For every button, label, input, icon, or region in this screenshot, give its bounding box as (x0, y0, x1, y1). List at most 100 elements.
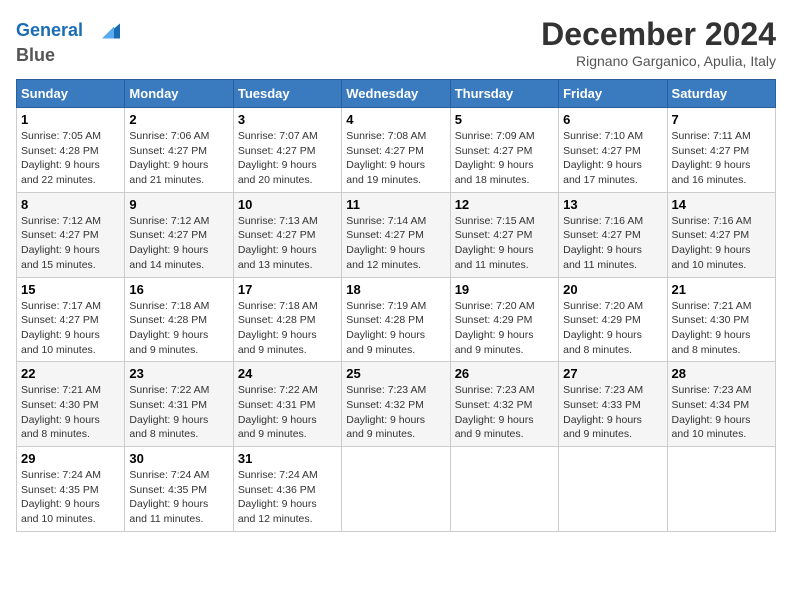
day-info: Sunrise: 7:12 AM Sunset: 4:27 PM Dayligh… (129, 214, 228, 273)
day-info: Sunrise: 7:17 AM Sunset: 4:27 PM Dayligh… (21, 299, 120, 358)
col-header-tuesday: Tuesday (233, 80, 341, 108)
day-number: 23 (129, 366, 228, 381)
calendar-cell: 20 Sunrise: 7:20 AM Sunset: 4:29 PM Dayli… (559, 277, 667, 362)
title-area: December 2024 Rignano Garganico, Apulia,… (541, 16, 776, 69)
col-header-sunday: Sunday (17, 80, 125, 108)
day-info: Sunrise: 7:22 AM Sunset: 4:31 PM Dayligh… (238, 383, 337, 442)
calendar-cell: 14Sunrise: 7:16 AM Sunset: 4:27 PM Dayli… (667, 192, 775, 277)
calendar-cell: 29 Sunrise: 7:24 AM Sunset: 4:35 PM Dayli… (17, 447, 125, 532)
calendar-cell: 5 Sunrise: 7:09 AM Sunset: 4:27 PM Daylig… (450, 108, 558, 193)
calendar-cell: 30Sunrise: 7:24 AM Sunset: 4:35 PM Dayli… (125, 447, 233, 532)
day-info: Sunrise: 7:24 AM Sunset: 4:35 PM Dayligh… (21, 468, 120, 527)
calendar-cell (559, 447, 667, 532)
day-info: Sunrise: 7:19 AM Sunset: 4:28 PM Dayligh… (346, 299, 445, 358)
calendar-cell: 1Sunrise: 7:05 AM Sunset: 4:28 PM Daylig… (17, 108, 125, 193)
calendar-cell: 22Sunrise: 7:21 AM Sunset: 4:30 PM Dayli… (17, 362, 125, 447)
calendar-cell: 16 Sunrise: 7:18 AM Sunset: 4:28 PM Dayli… (125, 277, 233, 362)
day-number: 25 (346, 366, 445, 381)
day-info: Sunrise: 7:10 AM Sunset: 4:27 PM Dayligh… (563, 129, 662, 188)
calendar-cell: 24Sunrise: 7:22 AM Sunset: 4:31 PM Dayli… (233, 362, 341, 447)
day-number: 4 (346, 112, 445, 127)
week-row-2: 8 Sunrise: 7:12 AM Sunset: 4:27 PM Daylig… (17, 192, 776, 277)
day-number: 17 (238, 282, 337, 297)
calendar-cell: 31 Sunrise: 7:24 AM Sunset: 4:36 PM Dayli… (233, 447, 341, 532)
week-row-1: 1Sunrise: 7:05 AM Sunset: 4:28 PM Daylig… (17, 108, 776, 193)
calendar-cell: 3 Sunrise: 7:07 AM Sunset: 4:27 PM Daylig… (233, 108, 341, 193)
calendar-cell: 8 Sunrise: 7:12 AM Sunset: 4:27 PM Daylig… (17, 192, 125, 277)
day-info: Sunrise: 7:21 AM Sunset: 4:30 PM Dayligh… (672, 299, 771, 358)
header: General Blue December 2024 Rignano Garga… (16, 16, 776, 69)
day-number: 20 (563, 282, 662, 297)
day-number: 15 (21, 282, 120, 297)
day-number: 22 (21, 366, 120, 381)
day-info: Sunrise: 7:15 AM Sunset: 4:27 PM Dayligh… (455, 214, 554, 273)
calendar-cell: 7Sunrise: 7:11 AM Sunset: 4:27 PM Daylig… (667, 108, 775, 193)
logo-text: General Blue (16, 16, 122, 66)
day-info: Sunrise: 7:24 AM Sunset: 4:36 PM Dayligh… (238, 468, 337, 527)
calendar-cell: 2 Sunrise: 7:06 AM Sunset: 4:27 PM Daylig… (125, 108, 233, 193)
calendar-cell: 9 Sunrise: 7:12 AM Sunset: 4:27 PM Daylig… (125, 192, 233, 277)
calendar-cell (450, 447, 558, 532)
day-number: 18 (346, 282, 445, 297)
col-header-wednesday: Wednesday (342, 80, 450, 108)
day-info: Sunrise: 7:22 AM Sunset: 4:31 PM Dayligh… (129, 383, 228, 442)
week-row-5: 29 Sunrise: 7:24 AM Sunset: 4:35 PM Dayli… (17, 447, 776, 532)
day-number: 16 (129, 282, 228, 297)
day-info: Sunrise: 7:05 AM Sunset: 4:28 PM Dayligh… (21, 129, 120, 188)
day-info: Sunrise: 7:24 AM Sunset: 4:35 PM Dayligh… (129, 468, 228, 527)
day-number: 31 (238, 451, 337, 466)
day-info: Sunrise: 7:08 AM Sunset: 4:27 PM Dayligh… (346, 129, 445, 188)
day-info: Sunrise: 7:16 AM Sunset: 4:27 PM Dayligh… (672, 214, 771, 273)
day-info: Sunrise: 7:23 AM Sunset: 4:33 PM Dayligh… (563, 383, 662, 442)
col-header-saturday: Saturday (667, 80, 775, 108)
day-info: Sunrise: 7:18 AM Sunset: 4:28 PM Dayligh… (129, 299, 228, 358)
day-number: 12 (455, 197, 554, 212)
calendar-cell: 4 Sunrise: 7:08 AM Sunset: 4:27 PM Daylig… (342, 108, 450, 193)
day-number: 9 (129, 197, 228, 212)
day-info: Sunrise: 7:13 AM Sunset: 4:27 PM Dayligh… (238, 214, 337, 273)
day-info: Sunrise: 7:20 AM Sunset: 4:29 PM Dayligh… (455, 299, 554, 358)
week-row-3: 15 Sunrise: 7:17 AM Sunset: 4:27 PM Dayli… (17, 277, 776, 362)
calendar-cell: 28 Sunrise: 7:23 AM Sunset: 4:34 PM Dayli… (667, 362, 775, 447)
day-info: Sunrise: 7:18 AM Sunset: 4:28 PM Dayligh… (238, 299, 337, 358)
calendar-cell (667, 447, 775, 532)
day-number: 27 (563, 366, 662, 381)
day-info: Sunrise: 7:16 AM Sunset: 4:27 PM Dayligh… (563, 214, 662, 273)
week-row-4: 22Sunrise: 7:21 AM Sunset: 4:30 PM Dayli… (17, 362, 776, 447)
calendar-cell: 23 Sunrise: 7:22 AM Sunset: 4:31 PM Dayli… (125, 362, 233, 447)
calendar-cell: 15 Sunrise: 7:17 AM Sunset: 4:27 PM Dayli… (17, 277, 125, 362)
day-number: 6 (563, 112, 662, 127)
calendar-cell: 13 Sunrise: 7:16 AM Sunset: 4:27 PM Dayli… (559, 192, 667, 277)
day-number: 29 (21, 451, 120, 466)
location-title: Rignano Garganico, Apulia, Italy (541, 53, 776, 69)
day-info: Sunrise: 7:06 AM Sunset: 4:27 PM Dayligh… (129, 129, 228, 188)
day-number: 13 (563, 197, 662, 212)
calendar-cell: 27 Sunrise: 7:23 AM Sunset: 4:33 PM Dayli… (559, 362, 667, 447)
day-number: 5 (455, 112, 554, 127)
day-number: 10 (238, 197, 337, 212)
day-number: 28 (672, 366, 771, 381)
calendar-table: SundayMondayTuesdayWednesdayThursdayFrid… (16, 79, 776, 532)
day-info: Sunrise: 7:07 AM Sunset: 4:27 PM Dayligh… (238, 129, 337, 188)
day-info: Sunrise: 7:23 AM Sunset: 4:32 PM Dayligh… (346, 383, 445, 442)
calendar-cell: 21 Sunrise: 7:21 AM Sunset: 4:30 PM Dayli… (667, 277, 775, 362)
month-title: December 2024 (541, 16, 776, 53)
calendar-cell: 17 Sunrise: 7:18 AM Sunset: 4:28 PM Dayli… (233, 277, 341, 362)
day-number: 8 (21, 197, 120, 212)
day-info: Sunrise: 7:09 AM Sunset: 4:27 PM Dayligh… (455, 129, 554, 188)
col-header-thursday: Thursday (450, 80, 558, 108)
day-number: 2 (129, 112, 228, 127)
day-info: Sunrise: 7:23 AM Sunset: 4:32 PM Dayligh… (455, 383, 554, 442)
day-info: Sunrise: 7:12 AM Sunset: 4:27 PM Dayligh… (21, 214, 120, 273)
calendar-cell: 18 Sunrise: 7:19 AM Sunset: 4:28 PM Dayli… (342, 277, 450, 362)
col-header-monday: Monday (125, 80, 233, 108)
day-info: Sunrise: 7:23 AM Sunset: 4:34 PM Dayligh… (672, 383, 771, 442)
day-number: 3 (238, 112, 337, 127)
calendar-cell: 25 Sunrise: 7:23 AM Sunset: 4:32 PM Dayli… (342, 362, 450, 447)
day-info: Sunrise: 7:20 AM Sunset: 4:29 PM Dayligh… (563, 299, 662, 358)
day-info: Sunrise: 7:14 AM Sunset: 4:27 PM Dayligh… (346, 214, 445, 273)
day-number: 21 (672, 282, 771, 297)
calendar-cell: 10 Sunrise: 7:13 AM Sunset: 4:27 PM Dayli… (233, 192, 341, 277)
day-number: 11 (346, 197, 445, 212)
calendar-cell (342, 447, 450, 532)
